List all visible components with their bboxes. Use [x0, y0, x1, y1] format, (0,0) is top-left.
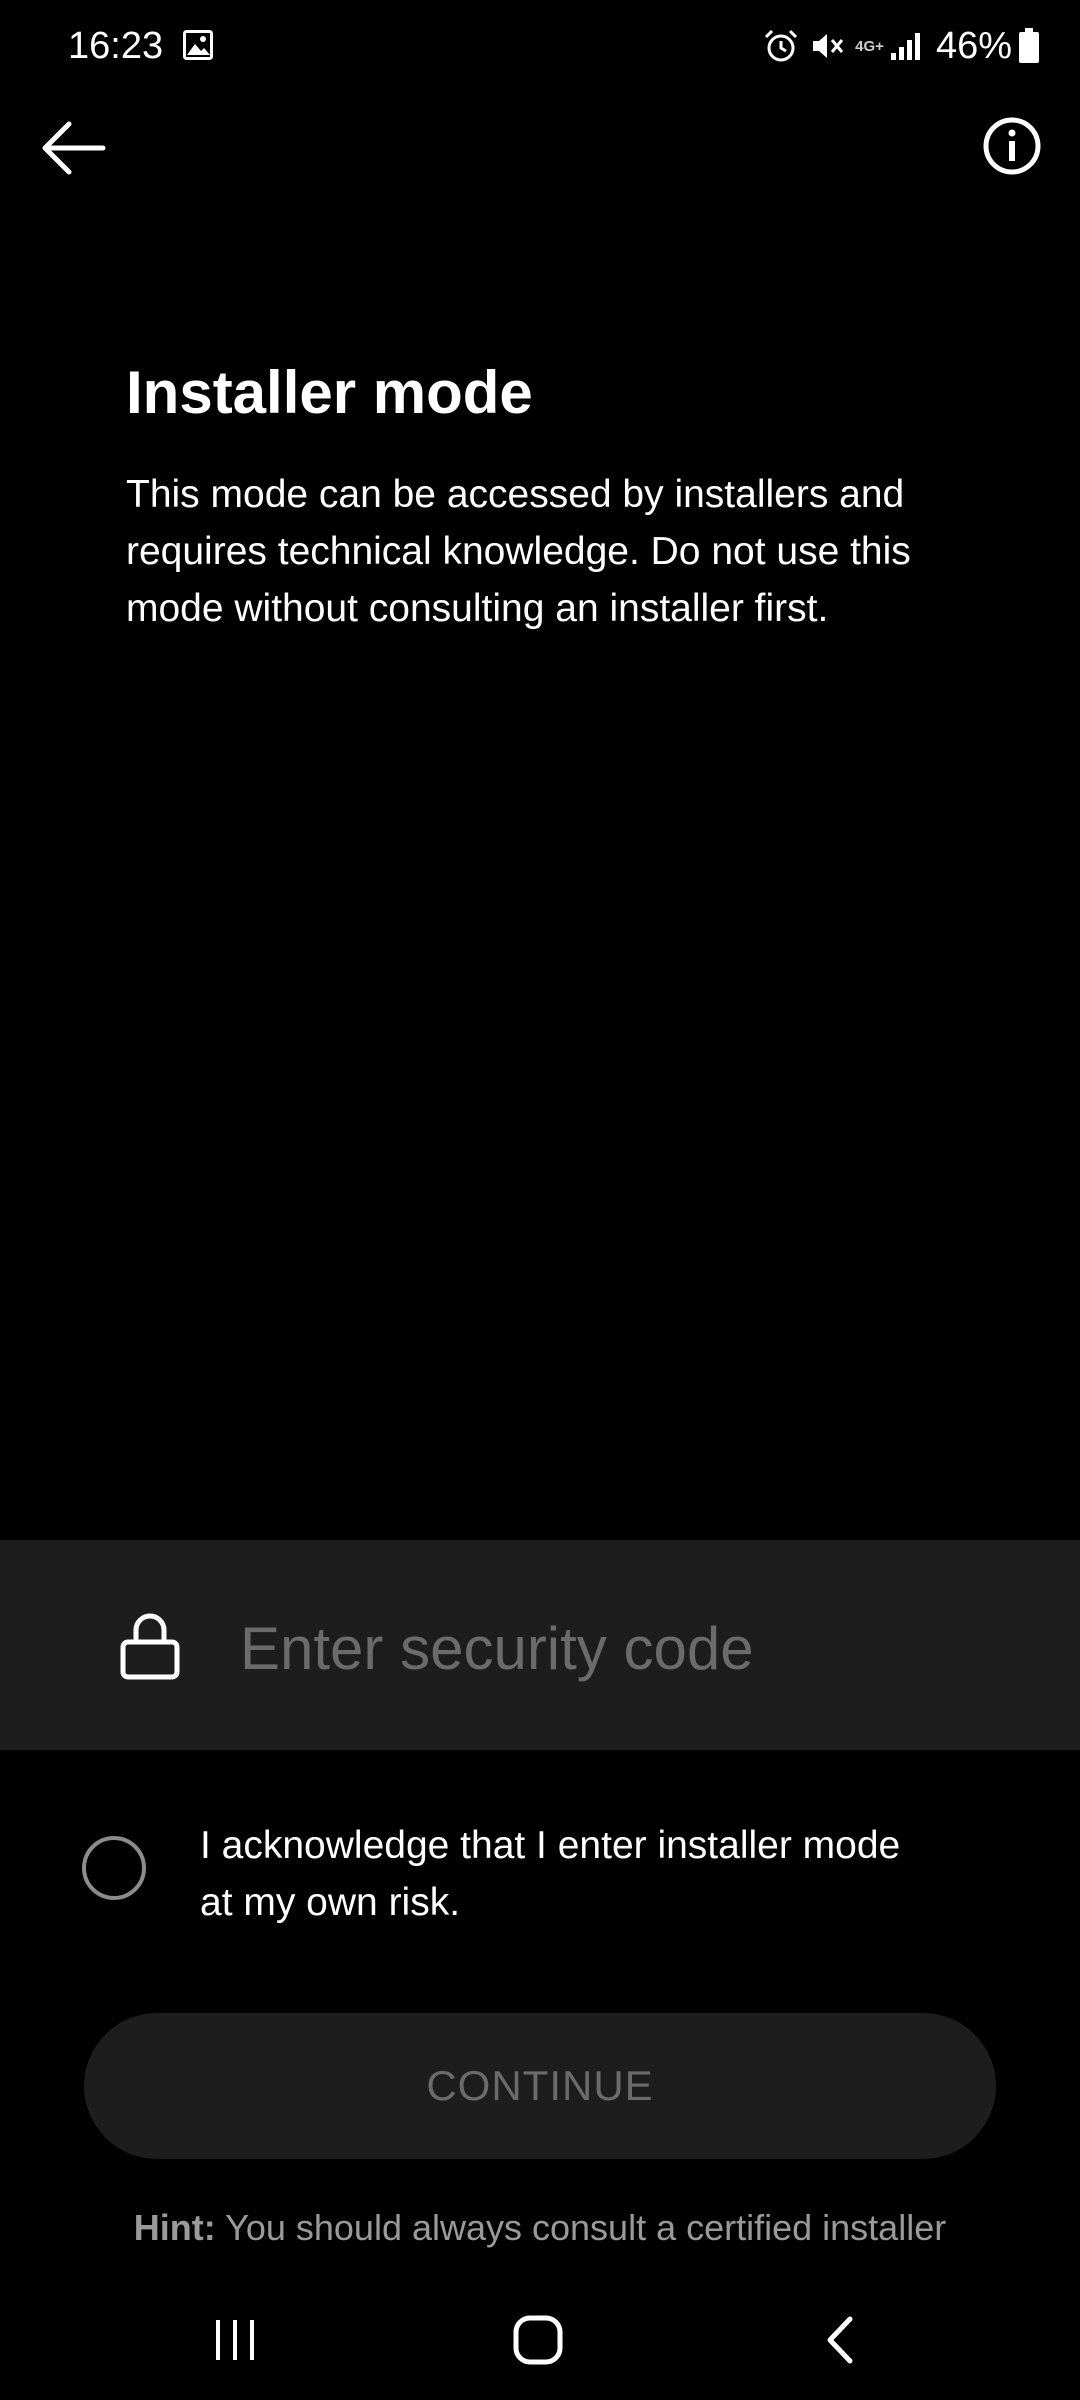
- info-icon: [983, 117, 1041, 175]
- acknowledge-radio[interactable]: [82, 1836, 146, 1900]
- status-time: 16:23: [68, 25, 164, 67]
- continue-button[interactable]: CONTINUE: [84, 2013, 996, 2159]
- recent-apps-button[interactable]: [185, 2300, 285, 2380]
- network-type: 4G+: [855, 37, 884, 55]
- nav-back-button[interactable]: [790, 2300, 890, 2380]
- battery-percent: 46%: [935, 24, 1012, 67]
- status-icons: 4G+ 46%: [763, 20, 1040, 72]
- mute-icon: [809, 28, 845, 64]
- lock-icon: [120, 1612, 180, 1680]
- navigation-bar: [0, 2280, 1080, 2400]
- page-description: This mode can be accessed by installers …: [126, 473, 911, 630]
- status-bar: 16:23 4G+ 46%: [0, 0, 1080, 92]
- battery-icon: [1018, 28, 1040, 64]
- hint-label: Hint:: [133, 2207, 216, 2248]
- page-title: Installer mode: [126, 359, 533, 426]
- gallery-icon: [183, 30, 213, 65]
- hint: Hint: You should always consult a certif…: [0, 2200, 1080, 2256]
- home-icon: [513, 2315, 563, 2365]
- back-button[interactable]: [30, 110, 116, 186]
- arrow-left-icon: [42, 121, 106, 175]
- recent-apps-icon: [216, 2320, 254, 2360]
- acknowledge-label[interactable]: I acknowledge that I enter installer mod…: [200, 1817, 920, 1931]
- info-button[interactable]: [974, 108, 1050, 184]
- security-code-input[interactable]: [240, 1598, 1020, 1698]
- alarm-icon: [763, 28, 799, 64]
- back-icon: [827, 2316, 853, 2364]
- signal-icon: [890, 31, 924, 61]
- hint-text: You should always consult a certified in…: [225, 2207, 947, 2248]
- home-button[interactable]: [488, 2300, 588, 2380]
